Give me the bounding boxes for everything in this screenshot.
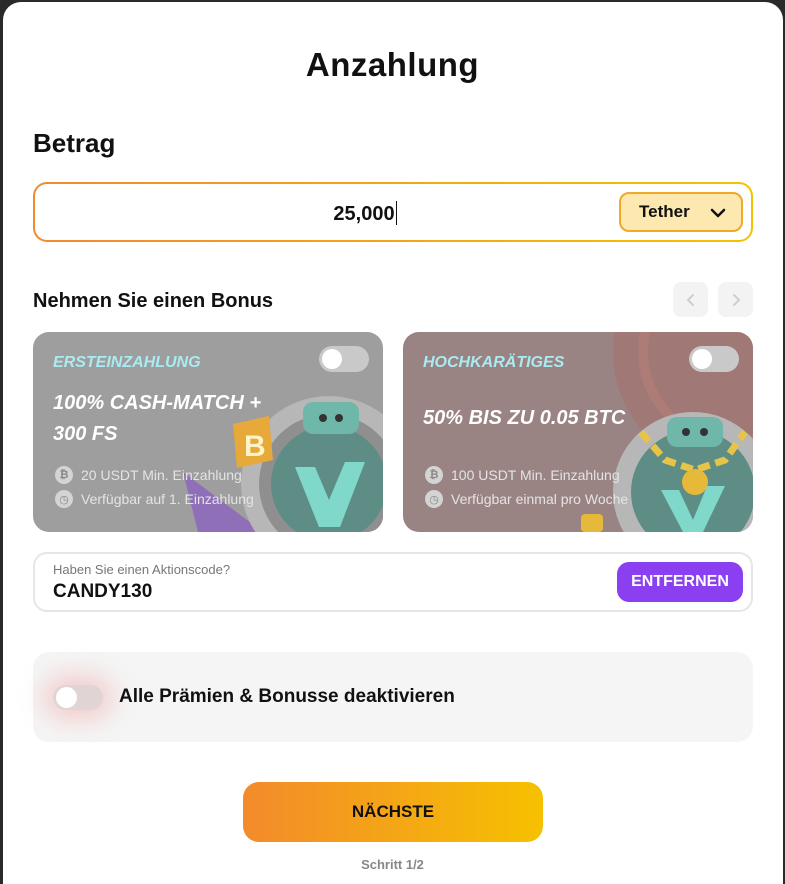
bonus-card-type: ERSTEINZAHLUNG xyxy=(53,354,201,371)
coin-icon: ₿ xyxy=(55,466,73,484)
clock-icon: ◷ xyxy=(425,490,443,508)
text-caret xyxy=(395,201,397,225)
next-button[interactable]: NÄCHSTE xyxy=(243,782,543,842)
bonus-card-type: HOCHKARÄTIGES xyxy=(423,354,565,371)
bonus-card-headline-line-2: 300 FS xyxy=(53,423,118,445)
bonus-card-toggle[interactable] xyxy=(689,346,739,372)
disable-bonuses-label: Alle Prämien & Bonusse deaktivieren xyxy=(119,686,455,707)
coin-icon: ₿ xyxy=(425,466,443,484)
amount-field[interactable]: 25,000 Tether xyxy=(33,182,753,242)
bonus-card-headline-line-1: 100% CASH-MATCH + xyxy=(53,392,261,414)
clock-icon: ◷ xyxy=(55,490,73,508)
bonus-card-availability-text: Verfügbar einmal pro Woche xyxy=(451,491,629,507)
bonus-card-availability: ◷ Verfügbar einmal pro Woche xyxy=(425,490,628,508)
bonus-next-button[interactable] xyxy=(718,282,753,317)
deposit-modal: Anzahlung Betrag 25,000 Tether Nehmen Si… xyxy=(3,2,783,884)
remove-promo-button[interactable]: ENTFERNEN xyxy=(617,562,743,602)
promo-code-value[interactable]: CANDY130 xyxy=(53,581,152,603)
chevron-down-icon xyxy=(710,208,726,218)
bonus-card-min-text: 100 USDT Min. Einzahlung xyxy=(451,467,620,483)
bonus-section-title: Nehmen Sie einen Bonus xyxy=(33,290,274,312)
currency-select[interactable]: Tether xyxy=(619,192,743,232)
toggle-knob xyxy=(56,687,77,708)
promo-code-field[interactable]: Haben Sie einen Aktionscode? CANDY130 EN… xyxy=(33,552,753,612)
modal-title: Anzahlung xyxy=(305,46,480,83)
chevron-right-icon xyxy=(732,293,740,306)
currency-select-label: Tether xyxy=(639,202,690,221)
bonus-card-min-text: 20 USDT Min. Einzahlung xyxy=(81,467,242,483)
amount-label: Betrag xyxy=(33,128,116,158)
bonus-card-high-roller[interactable]: HOCHKARÄTIGES 50% BIS ZU 0.05 BTC ₿ 100 … xyxy=(403,332,753,532)
amount-input-wrapper[interactable]: 25,000 xyxy=(35,201,695,226)
bonus-card-headline: 50% BIS ZU 0.05 BTC xyxy=(423,407,626,429)
toggle-knob xyxy=(692,349,712,369)
bonus-prev-button[interactable] xyxy=(673,282,708,317)
amount-input-value[interactable]: 25,000 xyxy=(333,203,394,225)
bonus-card-availability: ◷ Verfügbar auf 1. Einzahlung xyxy=(55,490,254,508)
amount-field-inner[interactable]: 25,000 Tether xyxy=(35,184,751,240)
step-indicator: Schritt 1/2 xyxy=(361,857,424,872)
bonus-card-first-deposit[interactable]: B ERSTEINZAHLUNG 100% CASH-MATCH + 300 F… xyxy=(33,332,383,532)
bonus-card-min-deposit: ₿ 20 USDT Min. Einzahlung xyxy=(55,466,242,484)
bonus-card-availability-text: Verfügbar auf 1. Einzahlung xyxy=(81,491,254,507)
promo-code-placeholder: Haben Sie einen Aktionscode? xyxy=(53,562,231,577)
bonus-card-toggle[interactable] xyxy=(319,346,369,372)
bonus-card-min-deposit: ₿ 100 USDT Min. Einzahlung xyxy=(425,466,620,484)
disable-bonuses-panel: Alle Prämien & Bonusse deaktivieren xyxy=(33,652,753,742)
toggle-knob xyxy=(322,349,342,369)
bonus-card-headline: 100% CASH-MATCH + 300 FS xyxy=(53,388,261,450)
chevron-left-icon xyxy=(686,293,694,306)
disable-bonuses-toggle[interactable] xyxy=(53,685,103,710)
